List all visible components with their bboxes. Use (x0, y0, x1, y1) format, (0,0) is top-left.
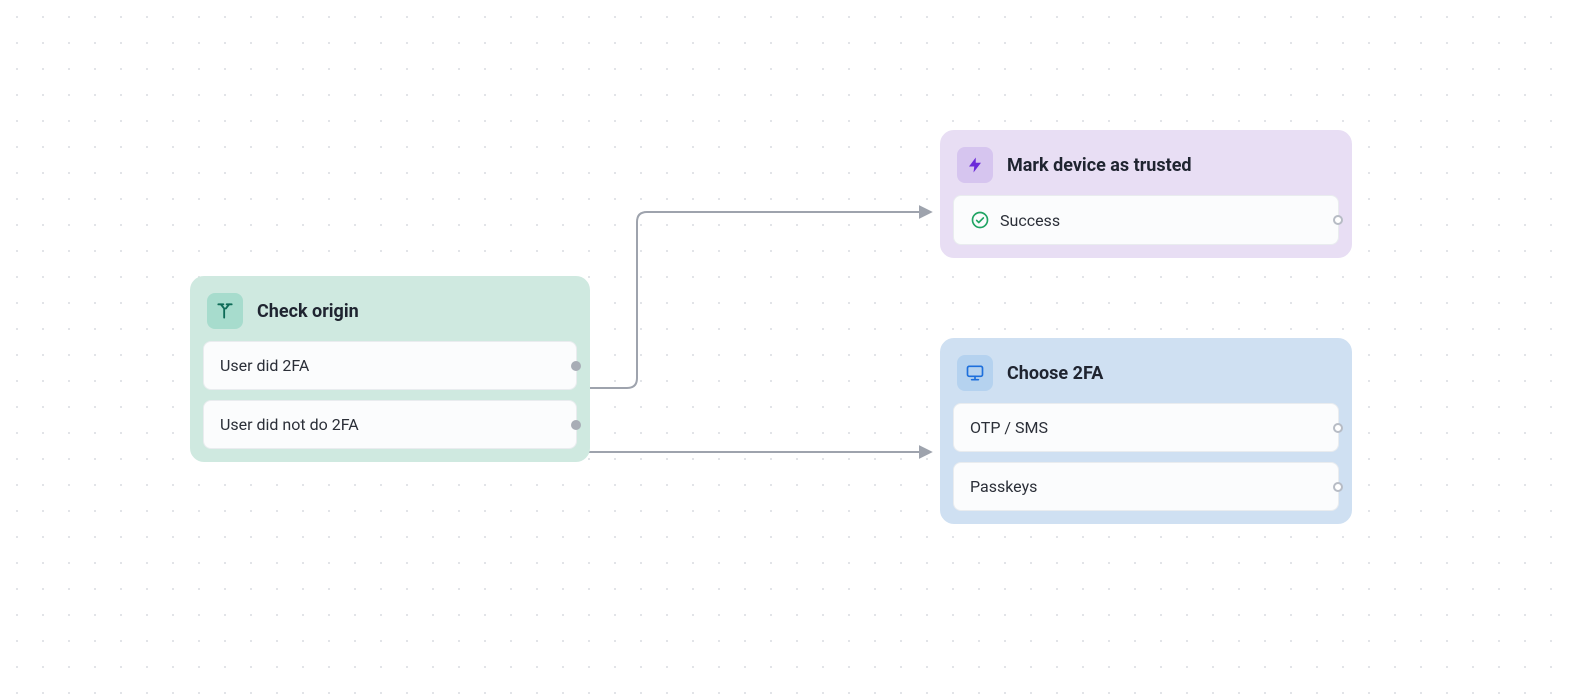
check-circle-icon (970, 210, 990, 230)
flow-canvas[interactable]: Check origin User did 2FA User did not d… (0, 0, 1576, 698)
monitor-icon (957, 355, 993, 391)
output-port[interactable] (1333, 482, 1343, 492)
fork-icon (207, 293, 243, 329)
node-title: Check origin (257, 301, 359, 322)
output-port[interactable] (1333, 215, 1343, 225)
edge-origin-to-trusted (585, 212, 930, 388)
node-mark-device-trusted[interactable]: Mark device as trusted Success (940, 130, 1352, 258)
row-label: Passkeys (970, 477, 1322, 496)
node-header: Check origin (203, 289, 577, 341)
node-choose-2fa[interactable]: Choose 2FA OTP / SMS Passkeys (940, 338, 1352, 524)
node-title: Choose 2FA (1007, 363, 1103, 384)
row-label: User did not do 2FA (220, 415, 560, 434)
node-check-origin[interactable]: Check origin User did 2FA User did not d… (190, 276, 590, 462)
node-body: User did 2FA User did not do 2FA (203, 341, 577, 449)
row-label: User did 2FA (220, 356, 560, 375)
node-header: Choose 2FA (953, 351, 1339, 403)
branch-user-did-2fa[interactable]: User did 2FA (203, 341, 577, 390)
option-passkeys[interactable]: Passkeys (953, 462, 1339, 511)
result-success[interactable]: Success (953, 195, 1339, 245)
row-label: OTP / SMS (970, 418, 1322, 437)
output-port[interactable] (571, 361, 581, 371)
node-body: OTP / SMS Passkeys (953, 403, 1339, 511)
output-port[interactable] (571, 420, 581, 430)
row-label: Success (1000, 211, 1322, 230)
branch-user-did-not-do-2fa[interactable]: User did not do 2FA (203, 400, 577, 449)
node-title: Mark device as trusted (1007, 155, 1192, 176)
bolt-icon (957, 147, 993, 183)
option-otp-sms[interactable]: OTP / SMS (953, 403, 1339, 452)
output-port[interactable] (1333, 423, 1343, 433)
node-body: Success (953, 195, 1339, 245)
node-header: Mark device as trusted (953, 143, 1339, 195)
